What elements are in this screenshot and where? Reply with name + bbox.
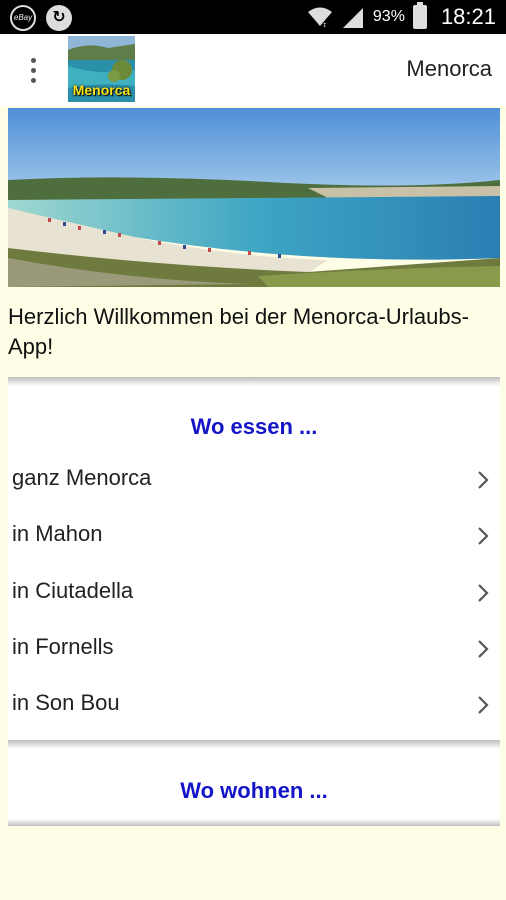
cell-signal-icon <box>342 8 363 28</box>
battery-charging-icon <box>412 2 427 29</box>
stay-section-card[interactable]: Wo wohnen ... <box>8 740 500 826</box>
battery-percent: 93% <box>372 8 405 25</box>
chevron-right-icon <box>478 640 489 658</box>
list-item-label: in Son Bou <box>12 690 120 716</box>
chevron-right-icon <box>478 696 489 714</box>
ebay-notification-icon: eBay <box>10 5 36 31</box>
logo-text: Menorca <box>72 82 131 98</box>
eat-location-list: ganz Menorca in Mahon in Ciutadella in F… <box>8 453 500 734</box>
wifi-icon: ↕ <box>307 7 332 28</box>
stay-section-heading: Wo wohnen ... <box>180 778 328 803</box>
list-item-label: in Fornells <box>12 633 114 659</box>
status-bar: eBay ↻ ↕ 93% 18:21 <box>0 0 506 34</box>
chevron-right-icon <box>478 583 489 602</box>
sync-notification-icon: ↻ <box>46 5 72 31</box>
clock: 18:21 <box>440 4 496 29</box>
list-item-label: ganz Menorca <box>12 465 152 490</box>
list-item-son-bou[interactable]: in Son Bou <box>8 678 500 734</box>
welcome-message: Herzlich Willkommen bei der Menorca-Urla… <box>8 304 469 359</box>
svg-text:↕: ↕ <box>322 22 327 28</box>
list-item-mahon[interactable]: in Mahon <box>8 509 500 565</box>
list-item-label: in Ciutadella <box>12 577 134 603</box>
list-item-fornells[interactable]: in Fornells <box>8 622 500 678</box>
list-item-ciutadella[interactable]: in Ciutadella <box>8 566 500 622</box>
app-bar: Menorca Menorca <box>0 34 506 106</box>
app-title: Menorca <box>406 56 492 81</box>
eat-section-card: Wo essen ... ganz Menorca in Mahon in Ci… <box>8 377 500 749</box>
chevron-right-icon <box>478 471 489 489</box>
list-item-label: in Mahon <box>12 521 103 547</box>
app-logo: Menorca <box>68 36 135 102</box>
chevron-right-icon <box>478 527 489 546</box>
hero-beach-image <box>8 108 500 287</box>
eat-section-heading: Wo essen ... <box>190 414 318 439</box>
overflow-menu-icon[interactable] <box>18 54 48 86</box>
list-item-ganz-menorca[interactable]: ganz Menorca <box>8 453 500 509</box>
